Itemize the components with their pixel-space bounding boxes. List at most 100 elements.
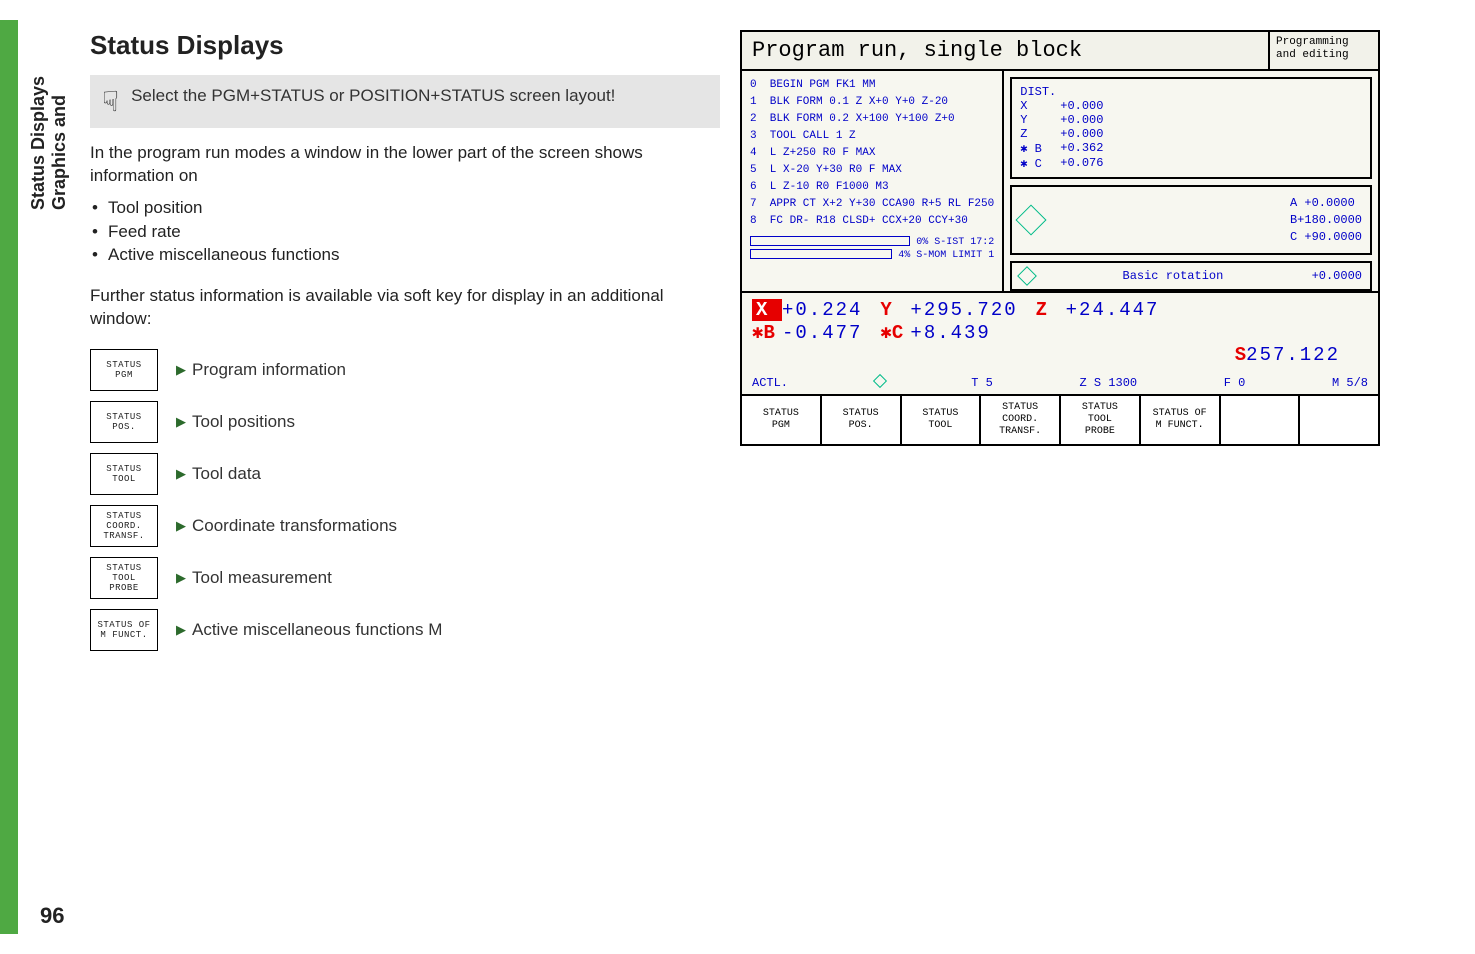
screenshot-softkey[interactable] (1221, 396, 1301, 444)
rotation-value: +0.0000 (1312, 269, 1362, 283)
page-body: Status Displays ☟ Select the PGM+STATUS … (0, 0, 1475, 954)
override-bar-2 (750, 249, 892, 259)
softkey-list: STATUSPGM▶Program informationSTATUSPOS.▶… (90, 349, 720, 651)
dist-value: +0.000 (1060, 127, 1103, 141)
val-c: +8.439 (910, 322, 990, 344)
program-line: 7 APPR CT X+2 Y+30 CCA90 R+5 RL F250 (750, 196, 994, 213)
page-number: 96 (40, 903, 64, 929)
axis-c: ✱C (880, 321, 910, 344)
screenshot-softkey-line: TOOL (1063, 414, 1137, 426)
axis-x: X (752, 299, 782, 321)
softkey-button[interactable]: STATUSTOOLPROBE (90, 557, 158, 599)
dist-row: X+0.000 (1020, 99, 1362, 113)
dist-value: +0.076 (1060, 156, 1103, 171)
screenshot-header: Program run, single block Programming an… (742, 32, 1378, 71)
dist-value: +0.000 (1060, 113, 1103, 127)
cnc-screenshot: Program run, single block Programming an… (740, 30, 1380, 446)
val-x: +0.224 (782, 299, 862, 321)
screenshot-softkey-line: TOOL (904, 420, 978, 432)
screenshot-softkey-line: STATUS (744, 408, 818, 420)
softkey-label-line: TOOL (91, 474, 157, 484)
softkey-button[interactable]: STATUSTOOL (90, 453, 158, 495)
screenshot-softkey-line: STATUS (983, 402, 1057, 414)
axis-s: S (1216, 344, 1246, 366)
override-label-2: 4% S-MOM LIMIT 1 (898, 250, 994, 261)
bullet-item: Active miscellaneous functions (90, 243, 720, 267)
status-t: T 5 (971, 376, 993, 390)
dist-axis: Y (1020, 113, 1060, 127)
diamond-icon (1017, 266, 1037, 286)
rotation-box: Basic rotation +0.0000 (1010, 261, 1372, 291)
axis-y: Y (880, 299, 910, 321)
program-line: 3 TOOL CALL 1 Z (750, 128, 994, 145)
softkey-row: STATUSPOS.▶Tool positions (90, 401, 720, 443)
screenshot-softkey-bar: STATUSPGMSTATUSPOS.STATUSTOOLSTATUSCOORD… (742, 394, 1378, 444)
softkey-row: STATUSTOOL ▶ Tool data (90, 453, 720, 495)
softkey-description: Tool data (192, 464, 261, 484)
side-tab-line1: Graphics and (49, 76, 70, 210)
arrow-icon: ▶ (176, 466, 186, 482)
softkey-row: STATUSCOORD.TRANSF. ▶ Coordinate transform… (90, 505, 720, 547)
screenshot-mode: Programming and editing (1268, 32, 1378, 69)
program-footer: 0% S-IST 17:2 4% S-MOM LIMIT 1 (750, 236, 994, 262)
softkey-label-line: STATUS (91, 464, 157, 474)
right-column: Program run, single block Programming an… (720, 30, 1435, 944)
val-z: +24.447 (1066, 299, 1160, 321)
screenshot-body: 0 BEGIN PGM FK1 MM1 BLK FORM 0.1 Z X+0 Y… (742, 71, 1378, 291)
arrow-icon: ▶ (176, 362, 186, 378)
override-bar-1 (750, 236, 910, 246)
screenshot-softkey[interactable]: STATUSCOORD.TRANSF. (981, 396, 1061, 444)
program-line: 5 L X-20 Y+30 R0 F MAX (750, 162, 994, 179)
softkey-description: Coordinate transformations (192, 516, 397, 536)
dist-axis: ✱ C (1020, 156, 1060, 171)
page-accent-bar (0, 20, 18, 934)
softkey-label-line: M FUNCT. (91, 630, 157, 640)
program-line: 1 BLK FORM 0.1 Z X+0 Y+0 Z-20 (750, 94, 994, 111)
diamond-icon (1016, 205, 1047, 236)
angle-a: A +0.0000 (1290, 195, 1362, 212)
program-pane: 0 BEGIN PGM FK1 MM1 BLK FORM 0.1 Z X+0 Y… (742, 71, 1004, 291)
angle-values: A +0.0000 B+180.0000 C +90.0000 (1290, 195, 1362, 245)
softkey-row: STATUSPGM▶Program information (90, 349, 720, 391)
dist-row: ✱ B+0.362 (1020, 141, 1362, 156)
val-b: -0.477 (782, 322, 862, 344)
axis-b: ✱B (752, 321, 782, 344)
program-line: 2 BLK FORM 0.2 X+100 Y+100 Z+0 (750, 111, 994, 128)
side-tab: Status Displays Graphics and (28, 76, 69, 210)
angle-b: B+180.0000 (1290, 212, 1362, 229)
angle-box: A +0.0000 B+180.0000 C +90.0000 (1010, 185, 1372, 255)
left-column: Status Displays ☟ Select the PGM+STATUS … (30, 30, 720, 944)
softkey-button[interactable]: STATUSPGM (90, 349, 158, 391)
bullet-list: Tool position Feed rate Active miscellan… (90, 196, 720, 267)
softkey-button[interactable]: STATUSCOORD.TRANSF. (90, 505, 158, 547)
program-line: 4 L Z+250 R0 F MAX (750, 145, 994, 162)
screenshot-softkey[interactable]: STATUSTOOL (902, 396, 982, 444)
status-line: ACTL. T 5 Z S 1300 F 0 M 5/8 (742, 374, 1378, 394)
dist-axis: X (1020, 99, 1060, 113)
status-m: M 5/8 (1332, 376, 1368, 390)
softkey-description: Active miscellaneous functions M (192, 620, 442, 640)
screenshot-softkey[interactable] (1300, 396, 1378, 444)
screenshot-softkey-line: STATUS (904, 408, 978, 420)
softkey-button[interactable]: STATUS OFM FUNCT. (90, 609, 158, 651)
softkey-row: STATUS OFM FUNCT.▶Active miscellaneous f… (90, 609, 720, 651)
arrow-icon: ▶ (176, 518, 186, 534)
softkey-description: Tool measurement (192, 568, 332, 588)
screenshot-softkey[interactable]: STATUSPOS. (822, 396, 902, 444)
softkey-button[interactable]: STATUSPOS. (90, 401, 158, 443)
rotation-label: Basic rotation (1123, 269, 1224, 283)
screenshot-softkey-line: PGM (744, 420, 818, 432)
screenshot-softkey[interactable]: STATUS OFM FUNCT. (1141, 396, 1221, 444)
softkey-label-line: PROBE (91, 583, 157, 593)
note-text: Select the PGM+STATUS or POSITION+STATUS… (131, 85, 615, 108)
arrow-icon: ▶ (176, 570, 186, 586)
screenshot-softkey[interactable]: STATUSPGM (742, 396, 822, 444)
program-line: 0 BEGIN PGM FK1 MM (750, 77, 994, 94)
dist-row: ✱ C+0.076 (1020, 156, 1362, 171)
screenshot-softkey[interactable]: STATUSTOOLPROBE (1061, 396, 1141, 444)
val-y: +295.720 (910, 299, 1017, 321)
softkey-label-line: TRANSF. (91, 531, 157, 541)
softkey-label-line: STATUS (91, 360, 157, 370)
note-box: ☟ Select the PGM+STATUS or POSITION+STAT… (90, 75, 720, 128)
angle-c: C +90.0000 (1290, 229, 1362, 246)
